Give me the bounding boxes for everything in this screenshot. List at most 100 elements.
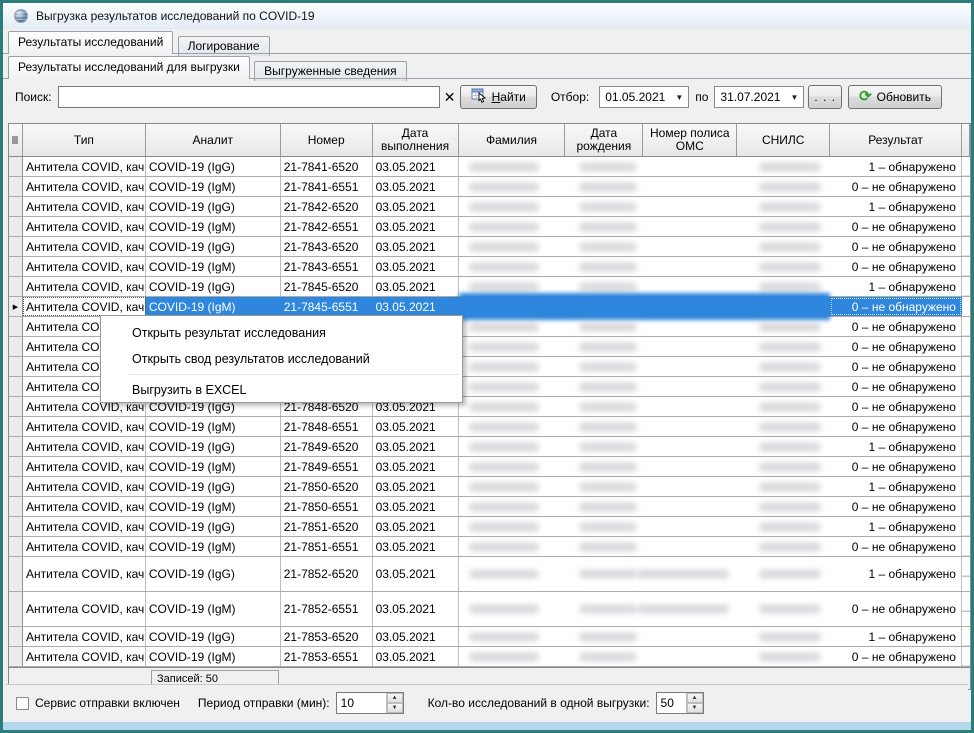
cell-date[interactable]: 03.05.2021 — [373, 557, 459, 591]
cell-type[interactable]: Антитела COVID, кач — [23, 647, 146, 666]
cell-type[interactable]: Антитела COVID, кач — [23, 297, 146, 316]
cell-analyte[interactable]: COVID-19 (IgG) — [146, 437, 281, 456]
table-row[interactable]: Антитела COVID, качCOVID-19 (IgM)21-7852… — [9, 592, 970, 627]
column-header[interactable]: Номер — [281, 124, 373, 156]
row-indicator[interactable] — [9, 377, 23, 396]
service-enabled-checkbox[interactable] — [16, 697, 29, 710]
cell-result[interactable]: 0 – не обнаружено — [830, 537, 962, 556]
cell-analyte[interactable]: COVID-19 (IgG) — [146, 557, 281, 591]
cell-number[interactable]: 21-7851-6551 — [281, 537, 373, 556]
table-row[interactable]: Антитела COVID, качCOVID-19 (IgM)21-7842… — [9, 217, 970, 237]
cell-personal-data-blurred[interactable] — [459, 592, 831, 626]
cell-result[interactable]: 1 – обнаружено — [830, 437, 962, 456]
row-indicator[interactable] — [9, 477, 23, 496]
cell-type[interactable]: Антитела COVID, кач — [23, 157, 146, 176]
cell-personal-data-blurred[interactable] — [459, 177, 831, 196]
row-indicator[interactable] — [9, 177, 23, 196]
date-from-picker[interactable]: 01.05.2021 ▼ — [599, 86, 689, 108]
cell-date[interactable]: 03.05.2021 — [373, 627, 459, 646]
cell-type[interactable]: Антитела COVID, кач — [23, 592, 146, 626]
more-dates-button[interactable]: . . . — [808, 85, 842, 109]
cell-number[interactable]: 21-7853-6551 — [281, 647, 373, 666]
table-row[interactable]: ▶Антитела COVID, качCOVID-19 (IgM)21-784… — [9, 297, 970, 317]
cell-result[interactable]: 0 – не обнаружено — [830, 217, 962, 236]
cell-result[interactable]: 1 – обнаружено — [830, 517, 962, 536]
cell-date[interactable]: 03.05.2021 — [373, 592, 459, 626]
column-header[interactable]: Номер полиса ОМС — [643, 124, 737, 156]
cell-analyte[interactable]: COVID-19 (IgM) — [146, 217, 281, 236]
cell-type[interactable]: Антитела COVID, кач — [23, 417, 146, 436]
cell-type[interactable]: Антитела COVID, кач — [23, 437, 146, 456]
arrow-up-icon[interactable]: ▲ — [687, 693, 703, 703]
column-header[interactable]: Дата рождения — [565, 124, 643, 156]
cell-personal-data-blurred[interactable] — [459, 337, 831, 356]
cell-type[interactable]: Антитела COVID, кач — [23, 497, 146, 516]
row-indicator[interactable] — [9, 197, 23, 216]
cell-number[interactable]: 21-7850-6551 — [281, 497, 373, 516]
cell-date[interactable]: 03.05.2021 — [373, 457, 459, 476]
cell-number[interactable]: 21-7845-6551 — [281, 297, 373, 316]
cell-analyte[interactable]: COVID-19 (IgM) — [146, 257, 281, 276]
column-header[interactable]: Результат — [830, 124, 962, 156]
cell-number[interactable]: 21-7841-6551 — [281, 177, 373, 196]
cell-result[interactable]: 0 – не обнаружено — [830, 417, 962, 436]
cell-analyte[interactable]: COVID-19 (IgM) — [146, 297, 281, 316]
cell-type[interactable]: Антитела COVID, кач — [23, 537, 146, 556]
cell-date[interactable]: 03.05.2021 — [373, 477, 459, 496]
tab-uploaded-info[interactable]: Выгруженные сведения — [254, 61, 406, 81]
table-row[interactable]: Антитела COVID, качCOVID-19 (IgG)21-7843… — [9, 237, 970, 257]
row-indicator[interactable] — [9, 417, 23, 436]
row-indicator[interactable] — [9, 157, 23, 176]
cell-number[interactable]: 21-7842-6551 — [281, 217, 373, 236]
cell-analyte[interactable]: COVID-19 (IgG) — [146, 157, 281, 176]
cell-date[interactable]: 03.05.2021 — [373, 257, 459, 276]
column-header[interactable]: Аналит — [146, 124, 281, 156]
cell-type[interactable]: Антитела COVID, кач — [23, 627, 146, 646]
row-indicator[interactable] — [9, 647, 23, 666]
table-row[interactable]: Антитела COVID, качCOVID-19 (IgM)21-7850… — [9, 497, 970, 517]
cell-personal-data-blurred[interactable] — [459, 497, 831, 516]
cell-analyte[interactable]: COVID-19 (IgM) — [146, 497, 281, 516]
cell-result[interactable]: 0 – не обнаружено — [830, 257, 962, 276]
row-indicator[interactable] — [9, 317, 23, 336]
table-row[interactable]: Антитела COVID, качCOVID-19 (IgM)21-7849… — [9, 457, 970, 477]
cell-analyte[interactable]: COVID-19 (IgM) — [146, 592, 281, 626]
cell-date[interactable]: 03.05.2021 — [373, 537, 459, 556]
table-row[interactable]: Антитела COVID, качCOVID-19 (IgG)21-7851… — [9, 517, 970, 537]
cell-analyte[interactable]: COVID-19 (IgM) — [146, 537, 281, 556]
cell-result[interactable]: 0 – не обнаружено — [830, 337, 962, 356]
clear-search-icon[interactable]: ✕ — [440, 86, 460, 108]
cell-result[interactable]: 0 – не обнаружено — [830, 457, 962, 476]
cell-date[interactable]: 03.05.2021 — [373, 177, 459, 196]
column-header[interactable]: СНИЛС — [737, 124, 830, 156]
column-header[interactable]: Фамилия — [459, 124, 566, 156]
batch-count-stepper[interactable]: 50 ▲ ▼ — [656, 692, 704, 714]
cell-result[interactable]: 0 – не обнаружено — [830, 647, 962, 666]
cell-result[interactable]: 1 – обнаружено — [830, 157, 962, 176]
cell-number[interactable]: 21-7851-6520 — [281, 517, 373, 536]
row-indicator[interactable] — [9, 237, 23, 256]
search-input[interactable] — [58, 86, 440, 108]
cell-result[interactable]: 1 – обнаружено — [830, 477, 962, 496]
chevron-down-icon[interactable]: ▼ — [790, 93, 798, 102]
cell-number[interactable]: 21-7842-6520 — [281, 197, 373, 216]
row-indicator[interactable] — [9, 517, 23, 536]
send-period-value[interactable]: 10 — [337, 693, 386, 713]
cell-personal-data-blurred[interactable] — [459, 297, 831, 316]
cell-type[interactable]: Антитела COVID, кач — [23, 217, 146, 236]
table-row[interactable]: Антитела COVID, качCOVID-19 (IgM)21-7848… — [9, 417, 970, 437]
cell-type[interactable]: Антитела COVID, кач — [23, 277, 146, 296]
cell-personal-data-blurred[interactable] — [459, 377, 831, 396]
cell-result[interactable]: 1 – обнаружено — [830, 627, 962, 646]
cell-personal-data-blurred[interactable] — [459, 647, 831, 666]
cell-type[interactable]: Антитела COVID, кач — [23, 257, 146, 276]
cell-date[interactable]: 03.05.2021 — [373, 517, 459, 536]
row-indicator[interactable] — [9, 217, 23, 236]
cell-date[interactable]: 03.05.2021 — [373, 647, 459, 666]
cell-type[interactable]: Антитела COVID, кач — [23, 457, 146, 476]
cell-number[interactable]: 21-7850-6520 — [281, 477, 373, 496]
cell-type[interactable]: Антитела COVID, кач — [23, 197, 146, 216]
cell-analyte[interactable]: COVID-19 (IgG) — [146, 517, 281, 536]
cell-personal-data-blurred[interactable] — [459, 157, 831, 176]
column-header[interactable]: Дата выполнения — [373, 124, 459, 156]
